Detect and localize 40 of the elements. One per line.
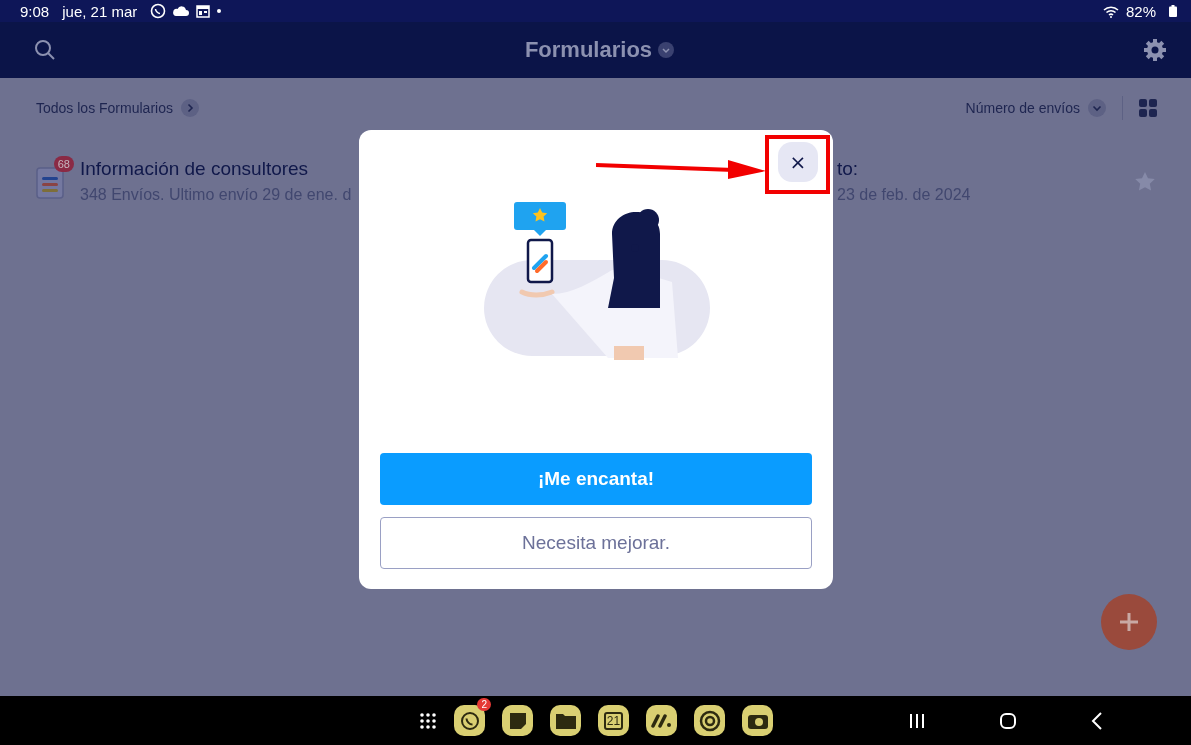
cloud-icon (173, 5, 190, 17)
sort-dropdown[interactable]: Número de envíos (965, 100, 1080, 116)
home-icon[interactable] (999, 711, 1017, 730)
plus-icon (1118, 611, 1140, 633)
note-icon (507, 710, 528, 731)
page-title[interactable]: Formularios (524, 37, 653, 63)
battery-text: 82% (1125, 2, 1156, 20)
folder-icon (554, 711, 577, 730)
recents-icon[interactable] (909, 712, 925, 729)
calendar-icon (196, 4, 211, 18)
grid-view-icon[interactable] (1139, 99, 1157, 117)
close-button[interactable]: × (778, 142, 818, 182)
love-it-button[interactable]: ¡Me encanta! (380, 453, 812, 505)
battery-icon (1169, 5, 1177, 17)
calendar-app-button[interactable]: 21 (598, 705, 629, 736)
camera-app-button[interactable] (742, 705, 773, 736)
dot-icon (217, 9, 222, 13)
highlight-box (765, 135, 830, 194)
breadcrumb-link[interactable]: Todos los Formularios (36, 100, 173, 116)
form-title[interactable]: Información de consultores (80, 158, 352, 180)
star-icon[interactable] (1135, 171, 1155, 191)
app-button[interactable] (646, 705, 677, 736)
browser-icon (698, 709, 721, 732)
add-button[interactable] (1101, 594, 1157, 650)
calendar-date-text: 21 (603, 711, 624, 730)
folder-app-button[interactable] (550, 705, 581, 736)
count-badge: 68 (53, 156, 74, 172)
notes-app-button[interactable] (502, 705, 533, 736)
needs-improvement-button[interactable]: Necesita mejorar. (380, 517, 812, 569)
search-icon[interactable] (34, 39, 56, 61)
browser-app-button[interactable] (694, 705, 725, 736)
back-icon[interactable] (1091, 711, 1103, 730)
chevron-down-icon[interactable] (1088, 99, 1106, 117)
form-title[interactable]: to: (837, 158, 971, 180)
date-text: jue, 21 mar (62, 2, 138, 20)
wifi-icon (1102, 4, 1119, 18)
chevron-down-icon[interactable] (658, 42, 675, 58)
clock-text: 9:08 (20, 2, 50, 20)
app-drawer-icon[interactable] (419, 711, 437, 730)
notification-badge: 2 (477, 698, 491, 711)
